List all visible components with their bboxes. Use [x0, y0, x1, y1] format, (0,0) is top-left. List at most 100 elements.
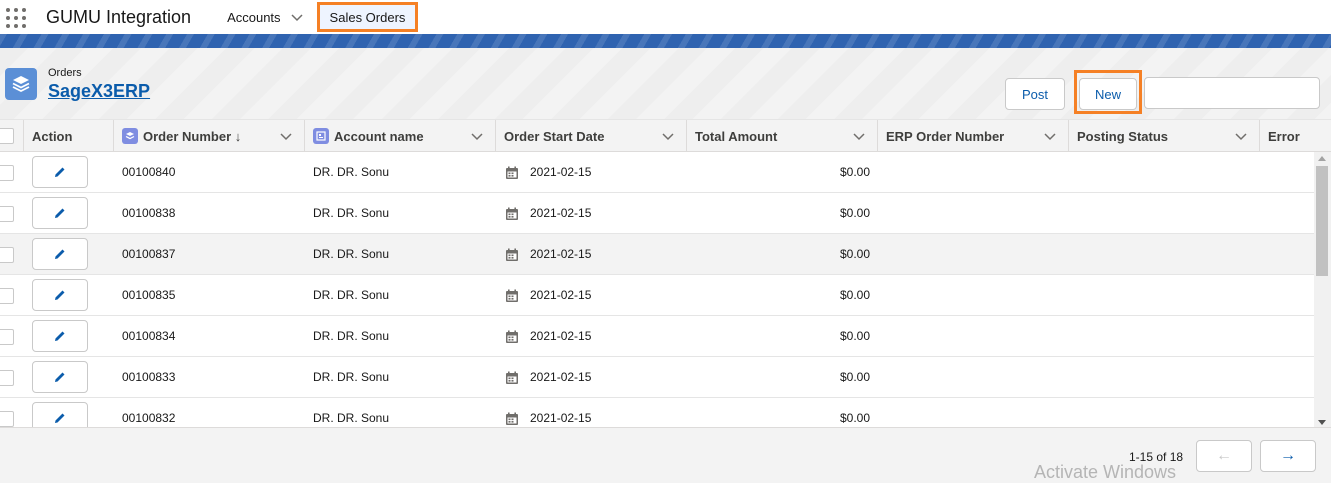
table-scrollbar[interactable] [1314, 152, 1331, 427]
order-number-cell[interactable]: 00100838 [122, 193, 175, 234]
global-header: GUMU Integration Accounts Sales Orders [0, 0, 1331, 34]
chevron-down-icon[interactable] [662, 130, 674, 142]
scroll-thumb[interactable] [1316, 166, 1328, 276]
edit-button[interactable] [32, 402, 88, 427]
post-button[interactable]: Post [1005, 78, 1065, 110]
order-start-date-cell: 2021-02-15 [530, 370, 592, 384]
chevron-down-icon[interactable] [1235, 130, 1247, 142]
pencil-icon [55, 249, 65, 259]
next-page-button[interactable]: → [1260, 440, 1316, 472]
order-number-cell[interactable]: 00100837 [122, 234, 175, 275]
table-row[interactable]: 00100832 DR. DR. Sonu 2021-02-15 $0.00 [0, 398, 1314, 427]
row-checkbox[interactable] [0, 165, 14, 181]
nav-item-sales-orders-label: Sales Orders [329, 9, 406, 25]
select-all-column [0, 120, 24, 152]
order-number-cell[interactable]: 00100840 [122, 152, 175, 193]
total-amount-cell: $0.00 [839, 370, 870, 384]
table-row[interactable]: 00100835 DR. DR. Sonu 2021-02-15 $0.00 [0, 275, 1314, 316]
chevron-down-icon[interactable] [280, 130, 292, 142]
edit-button[interactable] [32, 156, 88, 188]
order-start-date-cell: 2021-02-15 [530, 247, 592, 261]
total-amount-cell: $0.00 [839, 288, 870, 302]
column-header-action: Action [24, 120, 114, 152]
account-name-cell: DR. DR. Sonu [313, 247, 390, 261]
chevron-down-icon[interactable] [1044, 130, 1056, 142]
calendar-icon [506, 166, 518, 179]
calendar-icon [506, 207, 518, 220]
order-start-date-cell: 2021-02-15 [530, 411, 592, 425]
edit-button[interactable] [32, 320, 88, 352]
search-input[interactable] [1144, 77, 1320, 109]
column-header-posting-status[interactable]: Posting Status [1069, 120, 1260, 152]
nav-item-accounts[interactable]: Accounts [227, 0, 303, 34]
total-amount-cell: $0.00 [839, 247, 870, 261]
column-header-order-start-date[interactable]: Order Start Date [496, 120, 687, 152]
pencil-icon [55, 167, 65, 177]
row-checkbox[interactable] [0, 329, 14, 345]
list-view-title[interactable]: SageX3ERP [48, 81, 150, 102]
row-checkbox[interactable] [0, 247, 14, 263]
row-checkbox[interactable] [0, 370, 14, 386]
account-name-cell: DR. DR. Sonu [313, 329, 390, 343]
table-row[interactable]: 00100840 DR. DR. Sonu 2021-02-15 $0.00 [0, 152, 1314, 193]
order-number-cell[interactable]: 00100832 [122, 398, 175, 427]
column-header-order-number[interactable]: Order Number ↓ [114, 120, 305, 152]
arrow-right-icon: → [1280, 447, 1296, 464]
total-amount-cell: $0.00 [839, 329, 870, 343]
nav-item-accounts-label: Accounts [227, 9, 281, 25]
order-start-date-cell: 2021-02-15 [530, 165, 592, 179]
scroll-down-icon[interactable] [1318, 420, 1326, 425]
column-header-erp-order-number[interactable]: ERP Order Number [878, 120, 1069, 152]
edit-button[interactable] [32, 361, 88, 393]
order-start-date-cell: 2021-02-15 [530, 206, 592, 220]
row-checkbox[interactable] [0, 288, 14, 304]
new-button[interactable]: New [1079, 78, 1137, 110]
column-header-error[interactable]: Error [1260, 120, 1331, 152]
object-label: Orders [48, 67, 82, 79]
chevron-down-icon[interactable] [291, 11, 303, 23]
pencil-icon [55, 208, 65, 218]
calendar-icon [506, 371, 518, 384]
edit-button[interactable] [32, 197, 88, 229]
table-row[interactable]: 00100834 DR. DR. Sonu 2021-02-15 $0.00 [0, 316, 1314, 357]
column-header-label: Total Amount [695, 128, 778, 144]
order-number-cell[interactable]: 00100834 [122, 316, 175, 357]
total-amount-cell: $0.00 [839, 165, 870, 179]
row-checkbox[interactable] [0, 206, 14, 222]
header-banner [0, 34, 1331, 48]
edit-button[interactable] [32, 279, 88, 311]
total-amount-cell: $0.00 [839, 411, 870, 425]
calendar-icon [506, 289, 518, 302]
select-all-checkbox[interactable] [0, 128, 14, 144]
order-number-cell[interactable]: 00100833 [122, 357, 175, 398]
table-row[interactable]: 00100838 DR. DR. Sonu 2021-02-15 $0.00 [0, 193, 1314, 234]
column-header-label: ERP Order Number [886, 128, 1005, 144]
table-row[interactable]: 00100833 DR. DR. Sonu 2021-02-15 $0.00 [0, 357, 1314, 398]
nav-item-sales-orders[interactable]: Sales Orders [316, 2, 419, 32]
app-launcher-icon[interactable] [4, 6, 26, 28]
order-icon [122, 128, 138, 144]
edit-button[interactable] [32, 238, 88, 270]
column-header-account-name[interactable]: Account name [305, 120, 496, 152]
previous-page-button[interactable]: ← [1196, 440, 1252, 472]
order-number-cell[interactable]: 00100835 [122, 275, 175, 316]
column-header-label: Account name [334, 128, 424, 144]
column-header-label: Action [32, 128, 73, 144]
chevron-down-icon[interactable] [853, 130, 865, 142]
pencil-icon [55, 290, 65, 300]
column-header-label: Error [1268, 128, 1300, 144]
calendar-icon [506, 330, 518, 343]
account-name-cell: DR. DR. Sonu [313, 411, 390, 425]
activate-windows-watermark: Activate Windows [1034, 462, 1177, 482]
chevron-down-icon[interactable] [471, 130, 483, 142]
table-row[interactable]: 00100837 DR. DR. Sonu 2021-02-15 $0.00 [0, 234, 1314, 275]
column-header-total-amount[interactable]: Total Amount [687, 120, 878, 152]
scroll-up-icon[interactable] [1318, 156, 1326, 161]
total-amount-cell: $0.00 [839, 206, 870, 220]
column-header-label: Posting Status [1077, 128, 1169, 144]
account-icon [313, 128, 329, 144]
account-name-cell: DR. DR. Sonu [313, 370, 390, 384]
column-header-label: Order Number ↓ [143, 128, 242, 144]
row-checkbox[interactable] [0, 411, 14, 427]
column-header-label: Order Start Date [504, 128, 605, 144]
